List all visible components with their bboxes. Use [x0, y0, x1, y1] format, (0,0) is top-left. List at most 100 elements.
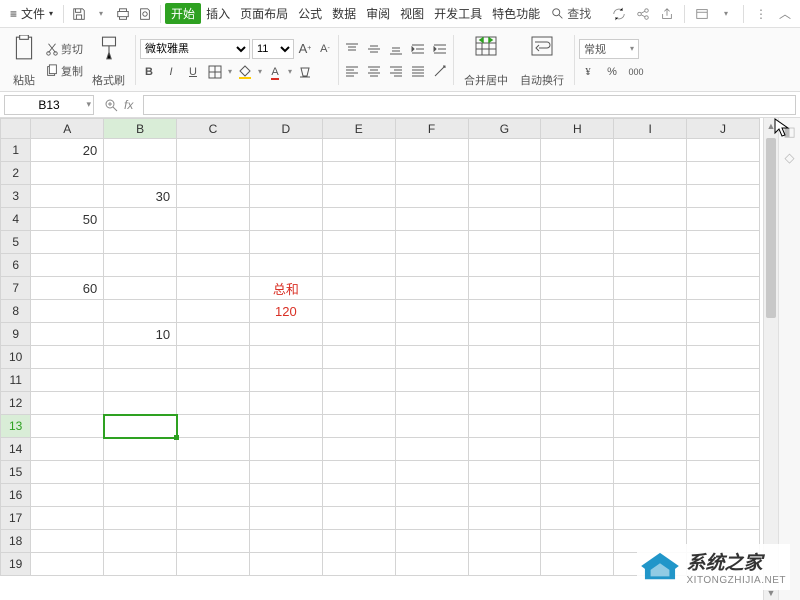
cell-F13[interactable]: [395, 415, 468, 438]
wrap-group[interactable]: 自动换行: [514, 30, 570, 90]
cell-D9[interactable]: [249, 323, 322, 346]
cell-D17[interactable]: [249, 507, 322, 530]
row-header-19[interactable]: 19: [1, 553, 31, 576]
cell-D18[interactable]: [249, 530, 322, 553]
cell-C10[interactable]: [177, 346, 250, 369]
fill-dropdown-icon[interactable]: ▾: [258, 67, 262, 76]
cell-E10[interactable]: [322, 346, 395, 369]
cell-I13[interactable]: [614, 415, 687, 438]
align-center-icon[interactable]: [365, 62, 383, 80]
cell-J16[interactable]: [687, 484, 760, 507]
cell-A4[interactable]: 50: [31, 208, 104, 231]
font-color-icon[interactable]: A: [266, 63, 284, 81]
cell-D1[interactable]: [249, 139, 322, 162]
cell-D12[interactable]: [249, 392, 322, 415]
save-icon[interactable]: [68, 3, 90, 25]
row-header-10[interactable]: 10: [1, 346, 31, 369]
cell-E4[interactable]: [322, 208, 395, 231]
cell-D15[interactable]: [249, 461, 322, 484]
cell-E7[interactable]: [322, 277, 395, 300]
cell-A19[interactable]: [31, 553, 104, 576]
cell-I7[interactable]: [614, 277, 687, 300]
cell-F9[interactable]: [395, 323, 468, 346]
font-size-select[interactable]: 11: [252, 39, 294, 59]
cell-A8[interactable]: [31, 300, 104, 323]
cell-J9[interactable]: [687, 323, 760, 346]
tab-review[interactable]: 审阅: [361, 5, 395, 22]
export-icon[interactable]: [656, 3, 678, 25]
col-header-G[interactable]: G: [468, 119, 541, 139]
cell-H3[interactable]: [541, 185, 614, 208]
cell-F15[interactable]: [395, 461, 468, 484]
cell-D8[interactable]: 120: [249, 300, 322, 323]
cell-H15[interactable]: [541, 461, 614, 484]
cell-A6[interactable]: [31, 254, 104, 277]
cell-F5[interactable]: [395, 231, 468, 254]
cell-E13[interactable]: [322, 415, 395, 438]
cell-J8[interactable]: [687, 300, 760, 323]
cell-H16[interactable]: [541, 484, 614, 507]
cell-B5[interactable]: [104, 231, 177, 254]
cell-J17[interactable]: [687, 507, 760, 530]
tab-insert[interactable]: 插入: [201, 5, 235, 22]
increase-font-icon[interactable]: A+: [296, 40, 314, 58]
cell-I17[interactable]: [614, 507, 687, 530]
cell-C17[interactable]: [177, 507, 250, 530]
cell-C2[interactable]: [177, 162, 250, 185]
cell-C5[interactable]: [177, 231, 250, 254]
row-header-14[interactable]: 14: [1, 438, 31, 461]
cell-D11[interactable]: [249, 369, 322, 392]
align-top-icon[interactable]: [343, 40, 361, 58]
row-header-13[interactable]: 13: [1, 415, 31, 438]
cell-J13[interactable]: [687, 415, 760, 438]
share-icon[interactable]: [632, 3, 654, 25]
row-header-5[interactable]: 5: [1, 231, 31, 254]
cell-I10[interactable]: [614, 346, 687, 369]
cell-A5[interactable]: [31, 231, 104, 254]
cell-C7[interactable]: [177, 277, 250, 300]
cell-J4[interactable]: [687, 208, 760, 231]
search-button[interactable]: 查找: [551, 5, 591, 22]
cell-F10[interactable]: [395, 346, 468, 369]
col-header-I[interactable]: I: [614, 119, 687, 139]
cell-B1[interactable]: [104, 139, 177, 162]
cell-I1[interactable]: [614, 139, 687, 162]
cell-A15[interactable]: [31, 461, 104, 484]
cell-E14[interactable]: [322, 438, 395, 461]
cell-D2[interactable]: [249, 162, 322, 185]
align-right-icon[interactable]: [387, 62, 405, 80]
cell-I2[interactable]: [614, 162, 687, 185]
row-header-3[interactable]: 3: [1, 185, 31, 208]
cell-C6[interactable]: [177, 254, 250, 277]
cell-D6[interactable]: [249, 254, 322, 277]
cell-B14[interactable]: [104, 438, 177, 461]
cell-C13[interactable]: [177, 415, 250, 438]
copy-button[interactable]: 复制: [42, 61, 86, 81]
cell-B16[interactable]: [104, 484, 177, 507]
cell-D4[interactable]: [249, 208, 322, 231]
cell-H14[interactable]: [541, 438, 614, 461]
orientation-icon[interactable]: [431, 62, 449, 80]
cell-H5[interactable]: [541, 231, 614, 254]
bold-icon[interactable]: B: [140, 63, 158, 81]
cell-I16[interactable]: [614, 484, 687, 507]
cell-C18[interactable]: [177, 530, 250, 553]
cell-E9[interactable]: [322, 323, 395, 346]
align-middle-icon[interactable]: [365, 40, 383, 58]
cell-F16[interactable]: [395, 484, 468, 507]
cell-I9[interactable]: [614, 323, 687, 346]
col-header-H[interactable]: H: [541, 119, 614, 139]
cell-H2[interactable]: [541, 162, 614, 185]
window-icon[interactable]: [691, 3, 713, 25]
cell-G6[interactable]: [468, 254, 541, 277]
cell-C8[interactable]: [177, 300, 250, 323]
cell-B4[interactable]: [104, 208, 177, 231]
comma-icon[interactable]: 000: [627, 63, 645, 81]
col-header-E[interactable]: E: [322, 119, 395, 139]
cell-F19[interactable]: [395, 553, 468, 576]
cell-J10[interactable]: [687, 346, 760, 369]
cell-A13[interactable]: [31, 415, 104, 438]
cell-H1[interactable]: [541, 139, 614, 162]
cell-D14[interactable]: [249, 438, 322, 461]
cell-I6[interactable]: [614, 254, 687, 277]
